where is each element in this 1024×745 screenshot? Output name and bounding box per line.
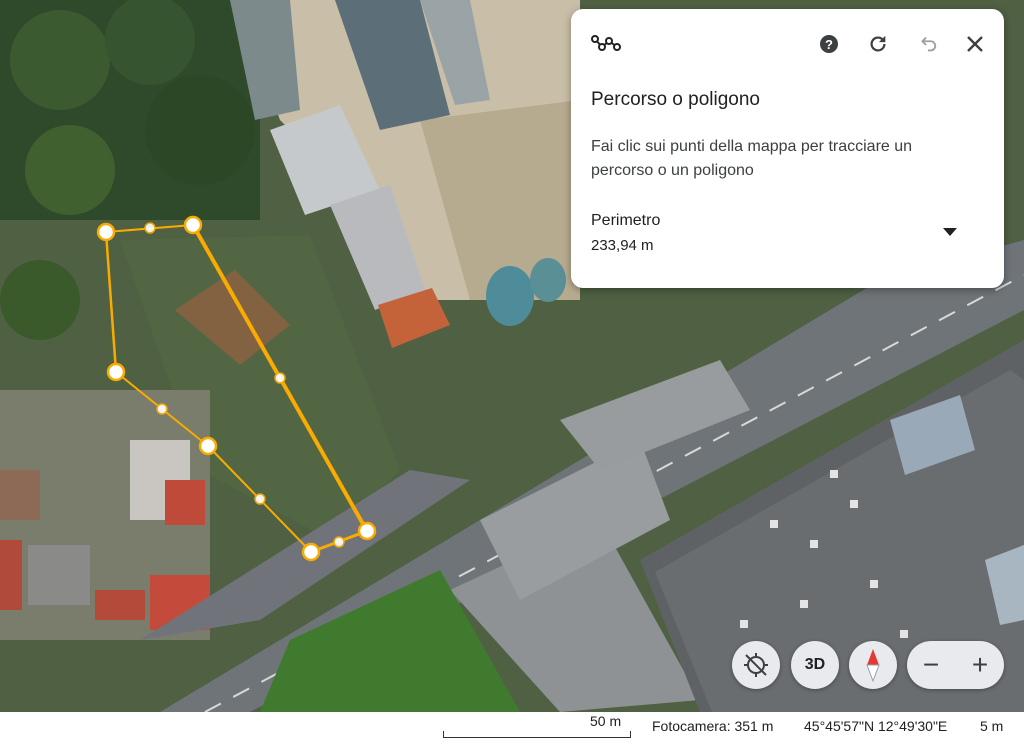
coordinates: 45°45'57"N 12°49'30"E <box>804 718 948 734</box>
refresh-icon <box>870 35 886 52</box>
compass-button[interactable] <box>849 641 897 689</box>
scale-label: 50 m <box>590 713 622 729</box>
zoom-control: − + <box>907 641 1004 689</box>
panel-title: Percorso o poligono <box>591 89 760 110</box>
reset-tilt-icon <box>744 653 768 677</box>
help-button[interactable]: ? <box>814 29 844 59</box>
zoom-in-button[interactable]: + <box>956 641 1004 689</box>
close-button[interactable] <box>960 29 990 59</box>
3d-label: 3D <box>804 656 826 673</box>
zoom-out-button[interactable]: − <box>907 641 955 689</box>
3d-button[interactable]: 3D <box>791 641 839 689</box>
caret-down-icon <box>943 228 957 236</box>
units-dropdown[interactable] <box>935 219 965 245</box>
camera-altitude: Fotocamera: 351 m <box>652 718 774 734</box>
svg-text:?: ? <box>825 37 833 52</box>
help-icon: ? <box>820 35 838 53</box>
reset-tilt-button[interactable] <box>732 641 780 689</box>
perimeter-value: 233,94 m <box>591 237 654 254</box>
panel-description: Fai clic sui punti della mappa per tracc… <box>591 138 913 179</box>
compass-icon <box>866 649 880 682</box>
scale-bar <box>443 731 631 738</box>
elevation: 5 m <box>980 718 1004 734</box>
status-bar: 50 m Fotocamera: 351 m 45°45'57"N 12°49'… <box>0 712 1024 745</box>
undo-button[interactable] <box>912 29 942 59</box>
path-measure-icon <box>589 31 623 55</box>
undo-icon <box>921 36 937 52</box>
refresh-button[interactable] <box>863 29 893 59</box>
perimeter-label: Perimetro <box>591 212 661 229</box>
close-icon <box>967 36 983 52</box>
measure-panel: ? Percorso o poligono Fai clic sui punti… <box>571 9 1004 288</box>
